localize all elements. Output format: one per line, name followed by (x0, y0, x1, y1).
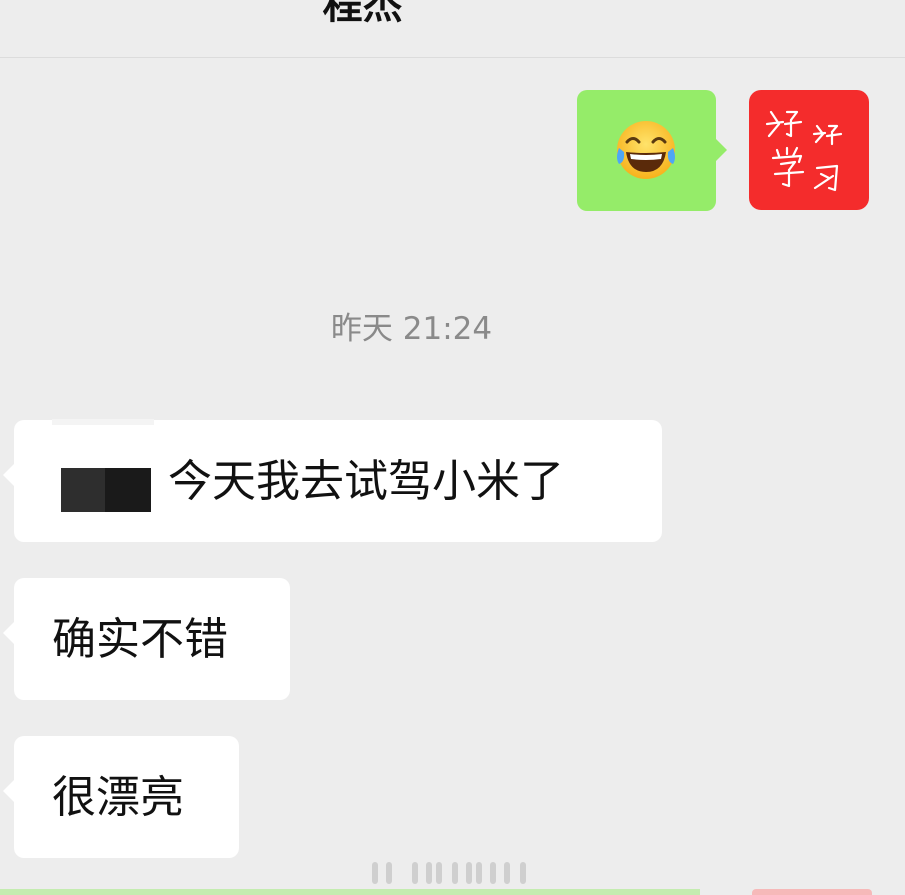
message-text: 确实不错 (52, 614, 228, 665)
chat-title: 程杰 (322, 0, 403, 28)
message-timestamp: 昨天 21:24 (330, 311, 493, 347)
watermark (372, 860, 532, 886)
message-text: 今天我去试驾小米了 (168, 456, 564, 507)
sent-message-bubble[interactable] (577, 90, 727, 211)
study-hard-sticker[interactable] (749, 90, 869, 210)
chat-header: 程杰 (0, 0, 905, 58)
study-hard-sticker-icon (765, 110, 843, 192)
message-text: 很漂亮 (52, 772, 184, 823)
next-messages-edge (0, 889, 905, 895)
redacted-image (61, 468, 151, 512)
received-message-bubble[interactable]: 今天我去试驾小米了 (3, 420, 662, 542)
divider (52, 419, 154, 425)
tears-of-joy-emoji-icon (617, 121, 675, 179)
received-message-bubble[interactable]: 很漂亮 (3, 736, 239, 858)
received-message-bubble[interactable]: 确实不错 (3, 578, 290, 700)
